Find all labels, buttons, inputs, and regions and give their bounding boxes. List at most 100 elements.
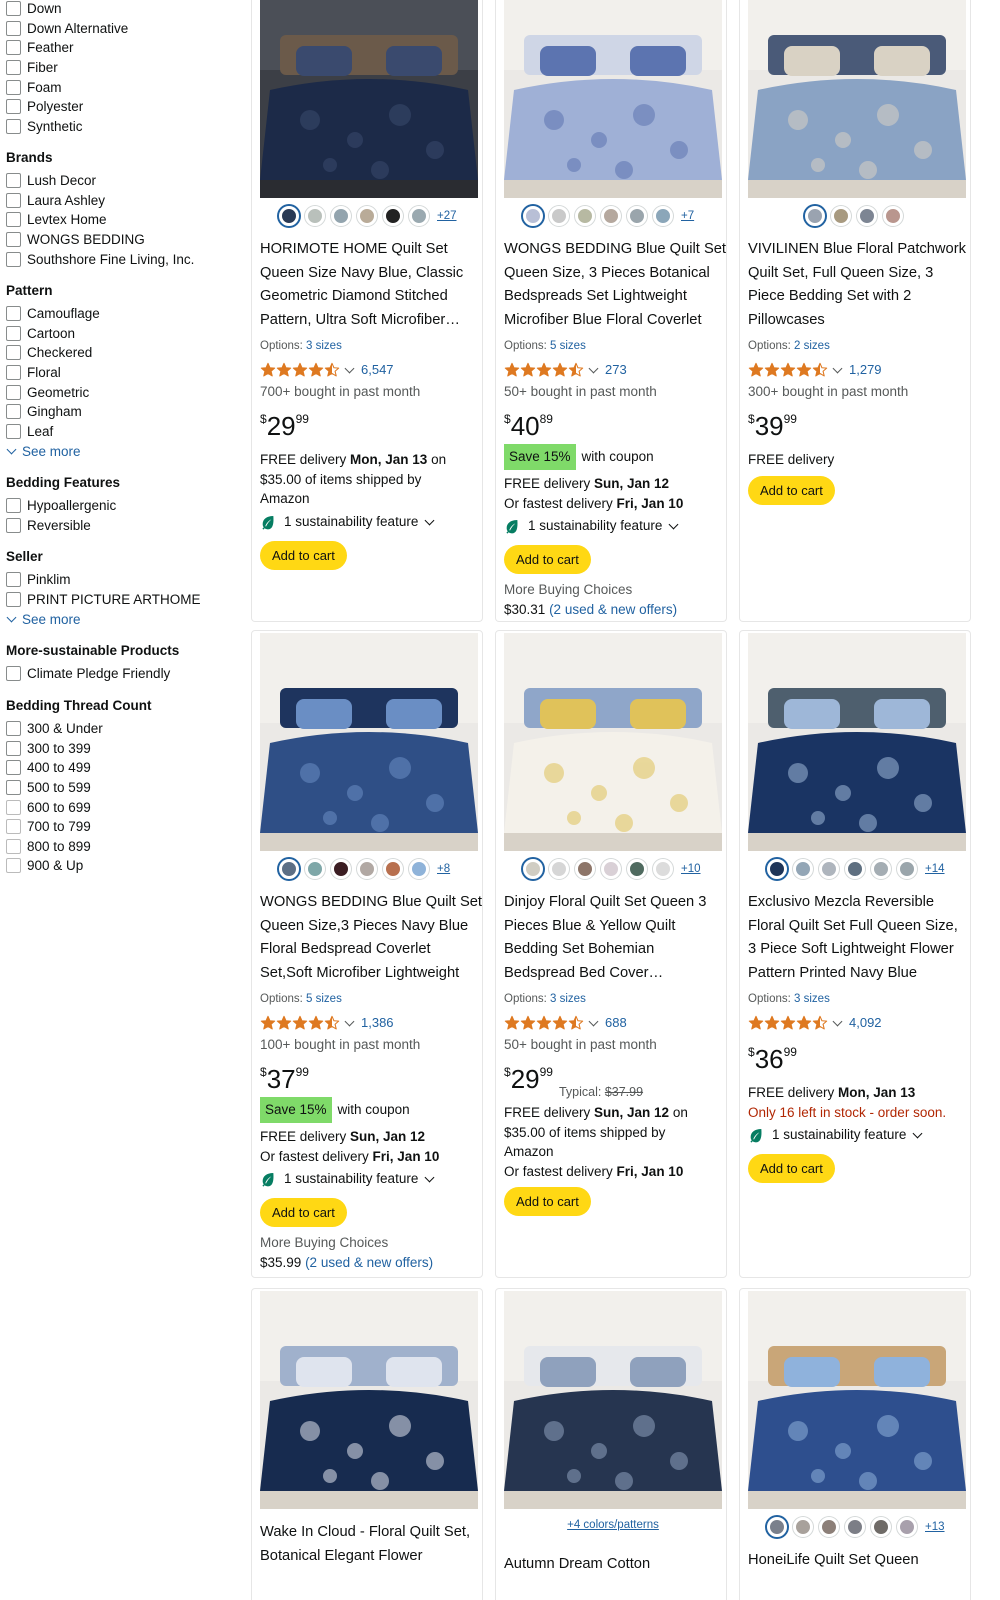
seller-see-more-link[interactable]: See more — [0, 609, 240, 629]
filter-option[interactable]: Down — [0, 0, 240, 19]
sustainability-feature[interactable]: 1 sustainability feature — [260, 509, 482, 535]
coupon-badge[interactable]: Save 15% — [260, 1097, 332, 1123]
options-sizes-link[interactable]: 5 sizes — [306, 993, 342, 1005]
product-image[interactable] — [748, 633, 966, 851]
color-swatch[interactable] — [819, 1517, 839, 1537]
color-swatch[interactable] — [831, 206, 851, 226]
color-swatch[interactable] — [793, 859, 813, 879]
filter-checkbox[interactable] — [6, 306, 21, 322]
filter-option[interactable]: Polyester — [0, 97, 240, 117]
color-swatch[interactable] — [383, 206, 403, 226]
color-swatch[interactable] — [627, 859, 647, 879]
options-sizes-link[interactable]: 5 sizes — [550, 340, 586, 352]
filter-checkbox[interactable] — [6, 60, 21, 76]
filter-checkbox[interactable] — [6, 251, 21, 267]
color-swatch[interactable] — [653, 206, 673, 226]
filter-option[interactable]: Gingham — [0, 402, 240, 422]
filter-option[interactable]: Floral — [0, 363, 240, 383]
filter-option[interactable]: Hypoallergenic — [0, 496, 240, 516]
color-swatch[interactable] — [357, 206, 377, 226]
filter-option[interactable]: Climate Pledge Friendly — [0, 664, 240, 684]
product-price[interactable]: $36 99 — [748, 1041, 970, 1077]
color-swatch[interactable] — [871, 859, 891, 879]
product-price[interactable]: $37 99 — [260, 1061, 482, 1097]
star-rating[interactable] — [748, 362, 828, 378]
product-title[interactable]: Dinjoy Floral Quilt Set Queen 3 Pieces B… — [504, 891, 726, 985]
filter-option[interactable]: 600 to 699 — [0, 797, 240, 817]
color-swatch[interactable] — [767, 859, 787, 879]
filter-checkbox[interactable] — [6, 404, 21, 420]
filter-checkbox[interactable] — [6, 232, 21, 248]
filter-checkbox[interactable] — [6, 591, 21, 607]
color-swatch[interactable] — [767, 1517, 787, 1537]
options-sizes-link[interactable]: 2 sizes — [794, 340, 830, 352]
filter-option[interactable]: Southshore Fine Living, Inc. — [0, 249, 240, 269]
filter-option[interactable]: WONGS BEDDING — [0, 230, 240, 250]
filter-option[interactable]: Levtex Home — [0, 210, 240, 230]
color-swatch[interactable] — [575, 206, 595, 226]
filter-option[interactable]: Feather — [0, 38, 240, 58]
product-image[interactable] — [504, 633, 722, 851]
add-to-cart-button[interactable]: Add to cart — [748, 1154, 835, 1184]
star-rating[interactable] — [260, 362, 340, 378]
rating-count-link[interactable]: 4,092 — [849, 1011, 882, 1035]
color-swatch[interactable] — [409, 859, 429, 879]
chevron-down-icon[interactable] — [588, 363, 599, 373]
chevron-down-icon[interactable] — [832, 1016, 843, 1026]
filter-checkbox[interactable] — [6, 325, 21, 341]
filter-option[interactable]: 300 & Under — [0, 719, 240, 739]
product-image[interactable] — [260, 1291, 478, 1509]
color-swatch[interactable] — [857, 206, 877, 226]
filter-checkbox[interactable] — [6, 1, 21, 17]
product-image[interactable] — [260, 0, 478, 198]
filter-option[interactable]: 800 to 899 — [0, 837, 240, 857]
filter-option[interactable]: 500 to 599 — [0, 778, 240, 798]
product-title[interactable]: VIVILINEN Blue Floral Patchwork Quilt Se… — [748, 238, 970, 332]
filter-option[interactable]: Pinklim — [0, 570, 240, 590]
more-swatches-link[interactable]: +14 — [925, 863, 945, 875]
product-price[interactable]: $29 99 — [260, 408, 482, 444]
product-title[interactable]: WONGS BEDDING Blue Quilt Set Queen Size,… — [260, 891, 482, 985]
filter-checkbox[interactable] — [6, 666, 21, 682]
filter-option[interactable]: 700 to 799 — [0, 817, 240, 837]
sustainability-feature[interactable]: 1 sustainability feature — [504, 513, 726, 539]
product-image[interactable] — [260, 633, 478, 851]
color-swatch[interactable] — [357, 859, 377, 879]
filter-option[interactable]: Fiber — [0, 58, 240, 78]
sustainability-feature[interactable]: 1 sustainability feature — [748, 1122, 970, 1148]
filter-option[interactable]: Geometric — [0, 382, 240, 402]
more-swatches-link[interactable]: +13 — [925, 1521, 945, 1533]
filter-checkbox[interactable] — [6, 799, 21, 815]
more-swatches-link[interactable]: +10 — [681, 863, 701, 875]
color-swatch[interactable] — [549, 859, 569, 879]
filter-checkbox[interactable] — [6, 365, 21, 381]
filter-checkbox[interactable] — [6, 572, 21, 588]
filter-option[interactable]: Foam — [0, 77, 240, 97]
color-swatch[interactable] — [279, 859, 299, 879]
add-to-cart-button[interactable]: Add to cart — [748, 475, 835, 505]
color-swatch[interactable] — [897, 1517, 917, 1537]
chevron-down-icon[interactable] — [588, 1016, 599, 1026]
color-swatch[interactable] — [305, 859, 325, 879]
color-swatch[interactable] — [793, 1517, 813, 1537]
filter-option[interactable]: Down Alternative — [0, 19, 240, 39]
filter-checkbox[interactable] — [6, 192, 21, 208]
product-title[interactable]: HoneiLife Quilt Set Queen — [748, 1549, 970, 1573]
filter-option[interactable]: Reversible — [0, 516, 240, 536]
color-swatch[interactable] — [897, 859, 917, 879]
add-to-cart-button[interactable]: Add to cart — [504, 545, 591, 575]
filter-checkbox[interactable] — [6, 498, 21, 514]
filter-checkbox[interactable] — [6, 760, 21, 776]
color-swatch[interactable] — [871, 1517, 891, 1537]
sustainability-feature[interactable]: 1 sustainability feature — [260, 1166, 482, 1192]
filter-checkbox[interactable] — [6, 345, 21, 361]
product-title[interactable]: WONGS BEDDING Blue Quilt Set Queen Size,… — [504, 238, 726, 332]
color-swatch[interactable] — [819, 859, 839, 879]
filter-checkbox[interactable] — [6, 20, 21, 36]
options-sizes-link[interactable]: 3 sizes — [794, 993, 830, 1005]
product-title[interactable]: Exclusivo Mezcla Reversible Floral Quilt… — [748, 891, 970, 985]
add-to-cart-button[interactable]: Add to cart — [260, 540, 347, 570]
filter-option[interactable]: 400 to 499 — [0, 758, 240, 778]
colors-patterns-link[interactable]: +4 colors/patterns — [504, 1519, 722, 1531]
filter-option[interactable]: Cartoon — [0, 324, 240, 344]
